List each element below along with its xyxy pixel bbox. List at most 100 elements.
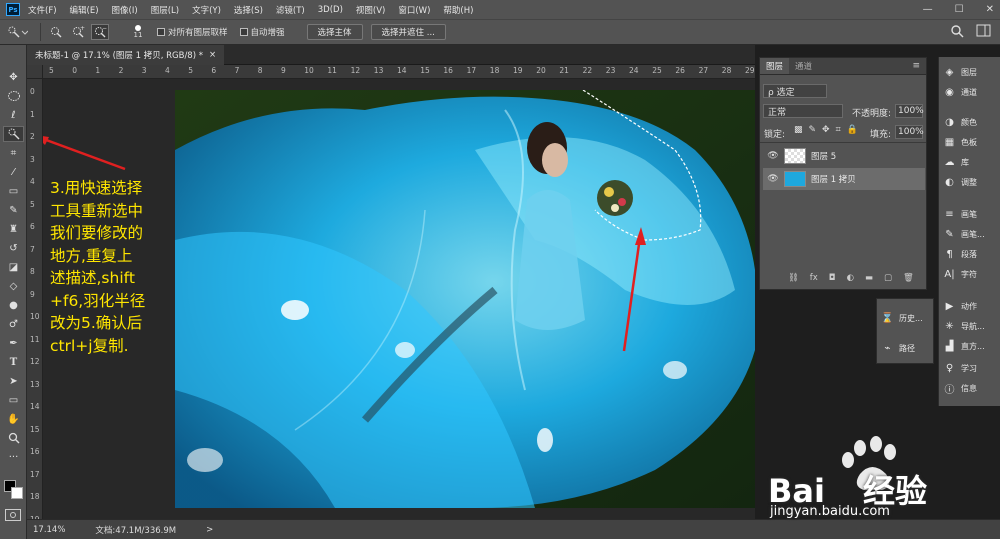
vertical-ruler[interactable]: 0 1 2 3 4 5 6 7 8 9 10 11 12 13 14 15 16 17 18 19 xyxy=(27,79,43,519)
pen-tool[interactable]: ✒ xyxy=(3,335,24,351)
layer-row-selected[interactable]: 👁 图层 1 拷贝 xyxy=(763,168,925,190)
healing-brush-tool[interactable]: ▭ xyxy=(3,183,24,199)
panel-menu-icon[interactable]: ≡ xyxy=(906,58,926,74)
tab-layers[interactable]: 图层 xyxy=(760,58,790,74)
panel-button-actions[interactable]: ▶ 动作 xyxy=(943,297,977,315)
menu-type[interactable]: 文字(Y) xyxy=(192,4,221,16)
gradient-tool[interactable]: ◇ xyxy=(3,278,24,294)
panel-button-brush[interactable]: ≡ 画笔 xyxy=(943,205,977,223)
history-panel-button[interactable]: ⌛ 历史... xyxy=(881,309,922,327)
menu-file[interactable]: 文件(F) xyxy=(28,4,57,16)
history-brush-tool[interactable]: ↺ xyxy=(3,240,24,256)
sample-all-layers-checkbox[interactable]: 对所有图层取样 xyxy=(157,26,228,38)
layer-name[interactable]: 图层 5 xyxy=(811,150,836,162)
adjustment-icon[interactable]: ◐ xyxy=(847,273,854,283)
fill-input[interactable]: 100% xyxy=(895,125,924,139)
tab-channels[interactable]: 通道 xyxy=(789,58,818,74)
layer-filter-select[interactable]: ρ 选定 xyxy=(763,84,827,98)
fx-icon[interactable]: fx xyxy=(810,273,818,283)
add-to-selection-button[interactable]: + xyxy=(69,24,87,40)
layer-row[interactable]: 👁 图层 5 xyxy=(763,145,925,167)
quick-selection-tool[interactable] xyxy=(3,126,24,142)
panel-button-learn[interactable]: ♀ 学习 xyxy=(943,359,977,377)
panel-button-histogram[interactable]: ▟ 直方... xyxy=(943,337,985,355)
collapsed-panels-history: ⌛ 历史... ⌁ 路径 xyxy=(876,298,934,364)
tool-preset-picker[interactable] xyxy=(0,24,34,40)
zoom-tool[interactable] xyxy=(3,430,24,446)
eraser-tool[interactable]: ◪ xyxy=(3,259,24,275)
maximize-button[interactable]: ☐ xyxy=(955,4,964,15)
panel-button-navigator[interactable]: ✳ 导航... xyxy=(943,317,984,335)
brush-tool[interactable]: ✎ xyxy=(3,202,24,218)
lasso-tool[interactable]: ℓ xyxy=(3,107,24,123)
status-menu-arrow[interactable]: > xyxy=(206,525,213,535)
blend-mode-select[interactable]: 正常 xyxy=(763,104,843,118)
menu-select[interactable]: 选择(S) xyxy=(234,4,263,16)
document-tab[interactable]: 未标题-1 @ 17.1% (图层 1 拷贝, RGB/8) * × xyxy=(27,45,225,65)
menu-image[interactable]: 图像(I) xyxy=(112,4,138,16)
close-tab-icon[interactable]: × xyxy=(209,50,216,60)
menu-edit[interactable]: 编辑(E) xyxy=(70,4,99,16)
mask-icon[interactable]: ◘ xyxy=(829,273,836,283)
rectangle-tool[interactable]: ▭ xyxy=(3,392,24,408)
panel-button-info[interactable]: ⓘ 信息 xyxy=(943,379,978,397)
clone-stamp-tool[interactable]: ♜ xyxy=(3,221,24,237)
panel-button-paragraph[interactable]: ¶ 段落 xyxy=(943,245,977,263)
quick-mask-button[interactable] xyxy=(5,509,21,521)
paths-panel-button[interactable]: ⌁ 路径 xyxy=(881,339,915,357)
panel-button-brush-settings[interactable]: ✎ 画笔... xyxy=(943,225,984,243)
lock-label: 锁定: xyxy=(764,130,786,140)
layer-thumbnail xyxy=(784,171,806,187)
new-selection-button[interactable] xyxy=(47,24,65,40)
move-tool[interactable]: ✥ xyxy=(3,69,24,85)
minimize-button[interactable]: — xyxy=(923,4,933,15)
menu-layer[interactable]: 图层(L) xyxy=(151,4,179,16)
close-button[interactable]: ✕ xyxy=(986,4,994,15)
zoom-level[interactable]: 17.14% xyxy=(33,525,65,535)
panel-button-channels[interactable]: ◉ 通道 xyxy=(943,83,977,101)
menu-window[interactable]: 窗口(W) xyxy=(398,4,430,16)
ruler-origin[interactable] xyxy=(27,65,43,79)
menu-3d[interactable]: 3D(D) xyxy=(318,5,343,15)
new-layer-icon[interactable]: ▢ xyxy=(884,273,892,283)
marquee-tool[interactable] xyxy=(3,88,24,104)
blur-tool[interactable]: ● xyxy=(3,297,24,313)
ruler-tick-label: 23 xyxy=(605,66,616,75)
collapsed-panels-rail: ◈ 图层 ◉ 通道 ◑ 颜色 ▦ 色板 ☁ 库 ◐ 调整 ≡ 画笔 ✎ 画笔... ¶ 段落 A| 字符 ▶ 动作 ✳ 导航.… xyxy=(938,57,1000,406)
panel-button-libraries[interactable]: ☁ 库 xyxy=(943,153,970,171)
dodge-tool[interactable]: ♂ xyxy=(3,316,24,332)
background-color-swatch[interactable] xyxy=(11,487,23,499)
panel-button-layers[interactable]: ◈ 图层 xyxy=(943,63,977,81)
brush-size-picker[interactable]: 11 xyxy=(123,24,153,40)
menu-view[interactable]: 视图(V) xyxy=(356,4,385,16)
search-icon[interactable] xyxy=(950,24,964,41)
panel-button-character[interactable]: A| 字符 xyxy=(943,265,977,283)
visibility-eye-icon[interactable]: 👁 xyxy=(767,151,779,161)
panel-button-adjustments[interactable]: ◐ 调整 xyxy=(943,173,977,191)
ruler-tick-label: 2 xyxy=(118,66,124,75)
path-selection-tool[interactable]: ➤ xyxy=(3,373,24,389)
panel-button-swatches[interactable]: ▦ 色板 xyxy=(943,133,977,151)
opacity-input[interactable]: 100% xyxy=(895,104,924,118)
type-tool[interactable]: T xyxy=(3,354,24,370)
crop-tool[interactable]: ⌗ xyxy=(3,145,24,161)
eyedropper-tool[interactable]: ⁄ xyxy=(3,164,24,180)
trash-icon[interactable]: 🗑 xyxy=(903,273,914,283)
workspace-icon[interactable] xyxy=(976,24,992,41)
folder-icon[interactable]: ▬ xyxy=(865,273,873,283)
subtract-from-selection-button[interactable]: − xyxy=(91,24,109,40)
zoom-icon xyxy=(8,432,19,444)
edit-toolbar-button[interactable]: ··· xyxy=(3,449,24,465)
layer-name[interactable]: 图层 1 拷贝 xyxy=(811,173,856,185)
horizontal-ruler[interactable]: 5 0 1 2 3 4 5 6 7 8 9 10 11 12 13 14 15 16 17 18 19 20 21 22 23 2… xyxy=(43,65,755,79)
panel-button-color[interactable]: ◑ 颜色 xyxy=(943,113,977,131)
auto-enhance-checkbox[interactable]: 自动增强 xyxy=(239,26,285,38)
lock-icons[interactable]: ▩✎✥⌗🔒 xyxy=(794,125,864,135)
select-subject-button[interactable]: 选择主体 xyxy=(306,24,363,40)
menu-filter[interactable]: 滤镜(T) xyxy=(276,4,305,16)
visibility-eye-icon[interactable]: 👁 xyxy=(767,174,779,184)
link-icon[interactable]: ⛓ xyxy=(788,273,799,283)
menu-help[interactable]: 帮助(H) xyxy=(443,4,473,16)
hand-tool[interactable]: ✋ xyxy=(3,411,24,427)
select-and-mask-button[interactable]: 选择并遮住 ... xyxy=(370,24,446,40)
